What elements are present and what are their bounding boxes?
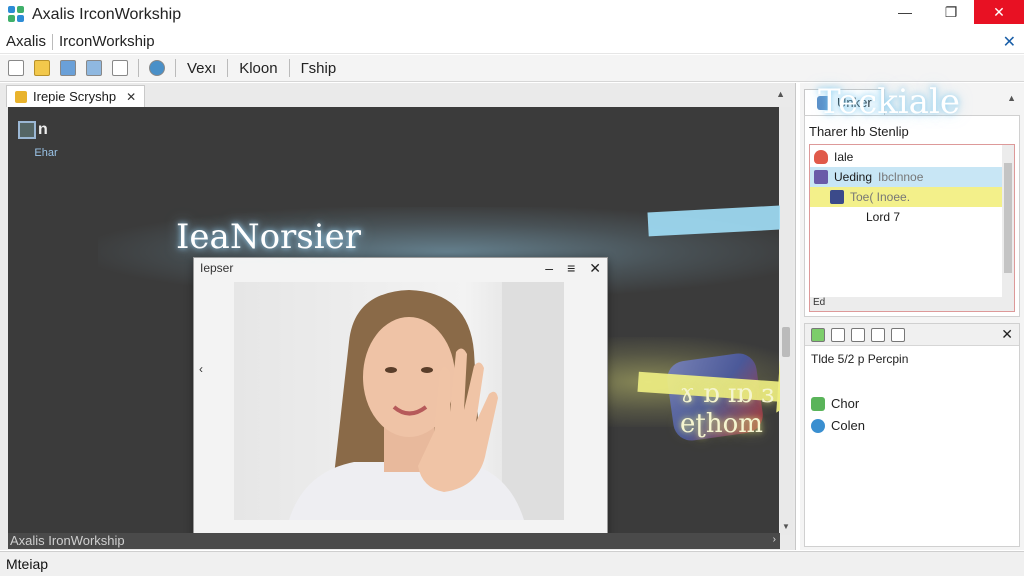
- window-title: Axalis IrconWorkship: [32, 6, 182, 23]
- preview-controls: – ≡ ✕: [545, 258, 601, 278]
- layers-scroll-thumb[interactable]: [1004, 163, 1012, 273]
- heart-icon: [814, 150, 828, 164]
- list-item-detail: Ibclnnoe: [878, 170, 924, 184]
- preview-minimize-button[interactable]: –: [545, 260, 553, 276]
- minimize-button[interactable]: —: [882, 0, 928, 24]
- list-item[interactable]: Iale: [810, 147, 1006, 167]
- canvas-vertical-scrollbar[interactable]: ▼: [779, 107, 793, 535]
- editor-canvas[interactable]: n Ehar Iepser – ≡ ✕ ‹ IeaNorsier ɤ ɒ ɪɒ …: [8, 107, 780, 535]
- properties-panel: ✕ Tlde 5/2 p Percpin Chor Colen: [804, 323, 1020, 547]
- toolbar-separator: [227, 59, 229, 77]
- preview-photo: [234, 282, 564, 520]
- layers-list-hscrollbar[interactable]: Ed: [810, 297, 1004, 311]
- toolbar-button-ship[interactable]: Гship: [295, 60, 343, 77]
- check-icon: [811, 396, 825, 411]
- export-icon[interactable]: [112, 60, 128, 76]
- pane-scroll-up-icon[interactable]: ▲: [1007, 93, 1016, 103]
- properties-toolbar: [805, 324, 1019, 346]
- list-item-label: Iale: [834, 150, 854, 164]
- list-item[interactable]: Chor: [811, 396, 859, 411]
- file-thumbnail-icon: [18, 121, 36, 139]
- hscroll-label: Ed: [813, 297, 826, 308]
- list-item-detail: Toe( Inoee.: [850, 190, 911, 204]
- preview-left-arrow-icon[interactable]: ‹: [199, 362, 203, 376]
- new-icon[interactable]: [8, 60, 24, 76]
- doc-scroll-up-icon[interactable]: ▲: [776, 89, 785, 99]
- overlay-text-right: Teckiale: [818, 82, 960, 122]
- status-text: Mteiap: [6, 556, 49, 572]
- canvas-file-icon[interactable]: n Ehar: [18, 119, 74, 159]
- list-item-label: Colen: [831, 418, 865, 433]
- preview-title: Iepser: [200, 261, 234, 275]
- window-controls: — ❐ ✕: [882, 0, 1024, 26]
- globe-icon[interactable]: [149, 60, 165, 76]
- status-bar: Mteiap: [0, 551, 1024, 576]
- list-item[interactable]: Toe( Inoee.: [810, 187, 1006, 207]
- right-pane: Unker ▲ Tharer hb Stenlip Iale + Ueding …: [800, 83, 1024, 550]
- file-glyph: n: [38, 121, 48, 138]
- list-item[interactable]: Lord 7: [810, 207, 1006, 227]
- list-item[interactable]: Colen: [811, 418, 865, 433]
- file-label: Ehar: [34, 147, 58, 159]
- menu-bar: Axalis IrconWorkship ✕: [0, 30, 1024, 54]
- toolbar-button-kloon[interactable]: Kloon: [233, 60, 283, 77]
- canvas-scroll-label: Axalis IronWorkship: [10, 533, 125, 548]
- title-bar: Axalis IrconWorkship — ❐ ✕: [0, 0, 1024, 30]
- portrait-image: [234, 282, 564, 520]
- toolbar-separator: [288, 59, 290, 77]
- layers-panel: Tharer hb Stenlip Iale + Ueding Ibclnnoe…: [804, 115, 1020, 317]
- canvas-scroll-thumb[interactable]: [782, 327, 790, 357]
- toolbar-separator: [175, 59, 176, 77]
- list-item-label: Chor: [831, 396, 860, 411]
- preview-window[interactable]: Iepser – ≡ ✕ ‹: [193, 257, 608, 535]
- canvas-horizontal-scrollbar[interactable]: Axalis IronWorkship ›: [8, 533, 780, 549]
- copy-icon[interactable]: [60, 60, 76, 76]
- layers-heading: Tharer hb Stenlip: [809, 124, 909, 139]
- menu-item-axalis[interactable]: Axalis: [0, 33, 52, 50]
- paste-icon[interactable]: [86, 60, 102, 76]
- document-tab-icon: [15, 90, 27, 103]
- pen-icon[interactable]: [851, 327, 865, 342]
- menubar-close-icon[interactable]: ✕: [1003, 32, 1016, 52]
- overlay-text-left: IeaNorsier: [176, 217, 361, 257]
- edit-icon[interactable]: [831, 327, 845, 342]
- tab-close-icon[interactable]: ✕: [126, 90, 136, 104]
- folder-icon: [830, 190, 844, 204]
- color-icon: [811, 418, 825, 433]
- more-icon[interactable]: [891, 327, 905, 342]
- list-item[interactable]: Ueding Ibclnnoe: [810, 167, 1006, 187]
- add-icon[interactable]: [811, 327, 825, 342]
- list-item-label: Ueding: [834, 170, 873, 184]
- preview-menu-button[interactable]: ≡: [567, 260, 575, 276]
- list-item-label: Lord 7: [866, 210, 901, 224]
- layers-list-scrollbar[interactable]: [1002, 145, 1014, 311]
- document-area: Irepie Scryshp ✕ ▲ n Ehar Iepser – ≡ ✕ ‹: [0, 83, 796, 550]
- properties-close-icon[interactable]: ✕: [1001, 326, 1013, 343]
- toolbar-separator: [138, 59, 139, 77]
- canvas-scroll-down-icon[interactable]: ▼: [782, 522, 790, 531]
- layers-list[interactable]: Iale + Ueding Ibclnnoe Toe( Inoee. Lord …: [809, 144, 1015, 312]
- document-tabs: Irepie Scryshp ✕: [6, 83, 146, 107]
- menu-item-irconworkship[interactable]: IrconWorkship: [53, 33, 161, 50]
- close-button[interactable]: ✕: [974, 0, 1024, 24]
- preview-close-button[interactable]: ✕: [589, 260, 601, 277]
- overlay-text-bottom: ɤ ɒ ɪɒ ɜ eʈhom: [680, 379, 775, 439]
- tab-label: Irepie Scryshp: [33, 89, 117, 104]
- toolbar: Vexı Kloon Гship: [0, 55, 1024, 82]
- app-logo-icon: [8, 6, 26, 24]
- line-icon[interactable]: [871, 327, 885, 342]
- layer-icon: [814, 170, 828, 184]
- open-icon[interactable]: [34, 60, 50, 76]
- maximize-button[interactable]: ❐: [928, 0, 974, 24]
- properties-heading: Tlde 5/2 p Percpin: [811, 352, 909, 366]
- toolbar-button-vexi[interactable]: Vexı: [181, 60, 222, 77]
- canvas-scroll-right-icon[interactable]: ›: [773, 534, 776, 545]
- tab-document[interactable]: Irepie Scryshp ✕: [6, 85, 146, 107]
